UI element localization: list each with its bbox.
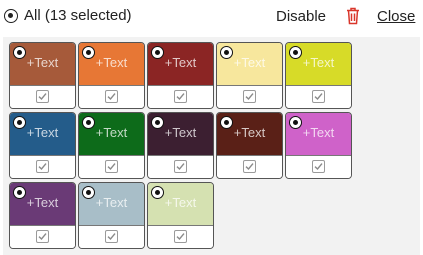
color-tile[interactable]: +Text — [216, 42, 283, 109]
tile-footer — [286, 85, 351, 108]
disable-button[interactable]: Disable — [276, 8, 326, 25]
color-swatch[interactable]: +Text — [79, 183, 144, 225]
tile-footer — [148, 155, 213, 178]
color-swatch[interactable]: +Text — [148, 183, 213, 225]
checkmark-icon — [245, 93, 254, 101]
color-swatch[interactable]: +Text — [148, 43, 213, 85]
tile-checkbox[interactable] — [105, 160, 118, 173]
tile-checkbox[interactable] — [243, 160, 256, 173]
color-tile[interactable]: +Text — [147, 182, 214, 249]
add-text-label: +Text — [302, 55, 335, 70]
tile-footer — [286, 155, 351, 178]
checkmark-icon — [38, 93, 47, 101]
tile-checkbox[interactable] — [105, 230, 118, 243]
color-swatch[interactable]: +Text — [217, 113, 282, 155]
color-swatch[interactable]: +Text — [10, 113, 75, 155]
trash-icon[interactable] — [346, 7, 360, 25]
checkmark-icon — [176, 93, 185, 101]
tile-footer — [148, 85, 213, 108]
tile-footer — [79, 155, 144, 178]
add-text-label: +Text — [233, 125, 266, 140]
color-tile[interactable]: +Text — [9, 112, 76, 179]
checkmark-icon — [245, 163, 254, 171]
checkmark-icon — [107, 163, 116, 171]
color-tile[interactable]: +Text — [78, 112, 145, 179]
color-swatch[interactable]: +Text — [10, 43, 75, 85]
close-button[interactable]: Close — [377, 8, 415, 25]
tile-checkbox[interactable] — [36, 160, 49, 173]
checkmark-icon — [314, 163, 323, 171]
color-tile[interactable]: +Text — [78, 182, 145, 249]
tile-footer — [79, 85, 144, 108]
add-text-label: +Text — [95, 125, 128, 140]
color-swatch[interactable]: +Text — [79, 43, 144, 85]
select-all-toggle[interactable]: All (13 selected) — [4, 7, 132, 24]
add-text-label: +Text — [164, 125, 197, 140]
color-swatch[interactable]: +Text — [148, 113, 213, 155]
add-text-label: +Text — [164, 195, 197, 210]
color-tile[interactable]: +Text — [285, 112, 352, 179]
checkmark-icon — [314, 93, 323, 101]
add-text-label: +Text — [233, 55, 266, 70]
checkmark-icon — [38, 163, 47, 171]
tile-footer — [10, 85, 75, 108]
color-tile[interactable]: +Text — [9, 42, 76, 109]
select-all-label: All (13 selected) — [24, 7, 132, 24]
color-tile[interactable]: +Text — [285, 42, 352, 109]
tile-checkbox[interactable] — [312, 160, 325, 173]
add-text-label: +Text — [95, 55, 128, 70]
tile-footer — [217, 85, 282, 108]
add-text-label: +Text — [26, 125, 59, 140]
add-text-label: +Text — [164, 55, 197, 70]
color-swatch[interactable]: +Text — [10, 183, 75, 225]
add-text-label: +Text — [95, 195, 128, 210]
tile-footer — [148, 225, 213, 248]
tile-footer — [79, 225, 144, 248]
tile-checkbox[interactable] — [36, 90, 49, 103]
checkmark-icon — [107, 93, 116, 101]
checkmark-icon — [38, 233, 47, 241]
color-swatch[interactable]: +Text — [79, 113, 144, 155]
tile-checkbox[interactable] — [312, 90, 325, 103]
selection-view: All (13 selected) Disable Close +Text +Te… — [0, 0, 423, 255]
tile-checkbox[interactable] — [174, 90, 187, 103]
tile-checkbox[interactable] — [243, 90, 256, 103]
swatch-panel: +Text +Text +Text +Text +Text +Text +Text +Text… — [3, 37, 420, 255]
checkmark-icon — [107, 233, 116, 241]
tile-footer — [217, 155, 282, 178]
color-tile[interactable]: +Text — [147, 112, 214, 179]
swatch-grid: +Text +Text +Text +Text +Text +Text +Text +Text… — [9, 42, 352, 249]
checkmark-icon — [176, 233, 185, 241]
add-text-label: +Text — [302, 125, 335, 140]
checkmark-icon — [176, 163, 185, 171]
tile-checkbox[interactable] — [174, 160, 187, 173]
add-text-label: +Text — [26, 55, 59, 70]
color-tile[interactable]: +Text — [147, 42, 214, 109]
tile-footer — [10, 225, 75, 248]
selection-toolbar: All (13 selected) Disable Close — [0, 0, 423, 34]
select-all-radio-icon[interactable] — [4, 8, 18, 23]
color-tile[interactable]: +Text — [216, 112, 283, 179]
add-text-label: +Text — [26, 195, 59, 210]
tile-checkbox[interactable] — [105, 90, 118, 103]
color-swatch[interactable]: +Text — [286, 113, 351, 155]
tile-checkbox[interactable] — [36, 230, 49, 243]
color-swatch[interactable]: +Text — [217, 43, 282, 85]
color-tile[interactable]: +Text — [9, 182, 76, 249]
tile-checkbox[interactable] — [174, 230, 187, 243]
color-tile[interactable]: +Text — [78, 42, 145, 109]
tile-footer — [10, 155, 75, 178]
color-swatch[interactable]: +Text — [286, 43, 351, 85]
